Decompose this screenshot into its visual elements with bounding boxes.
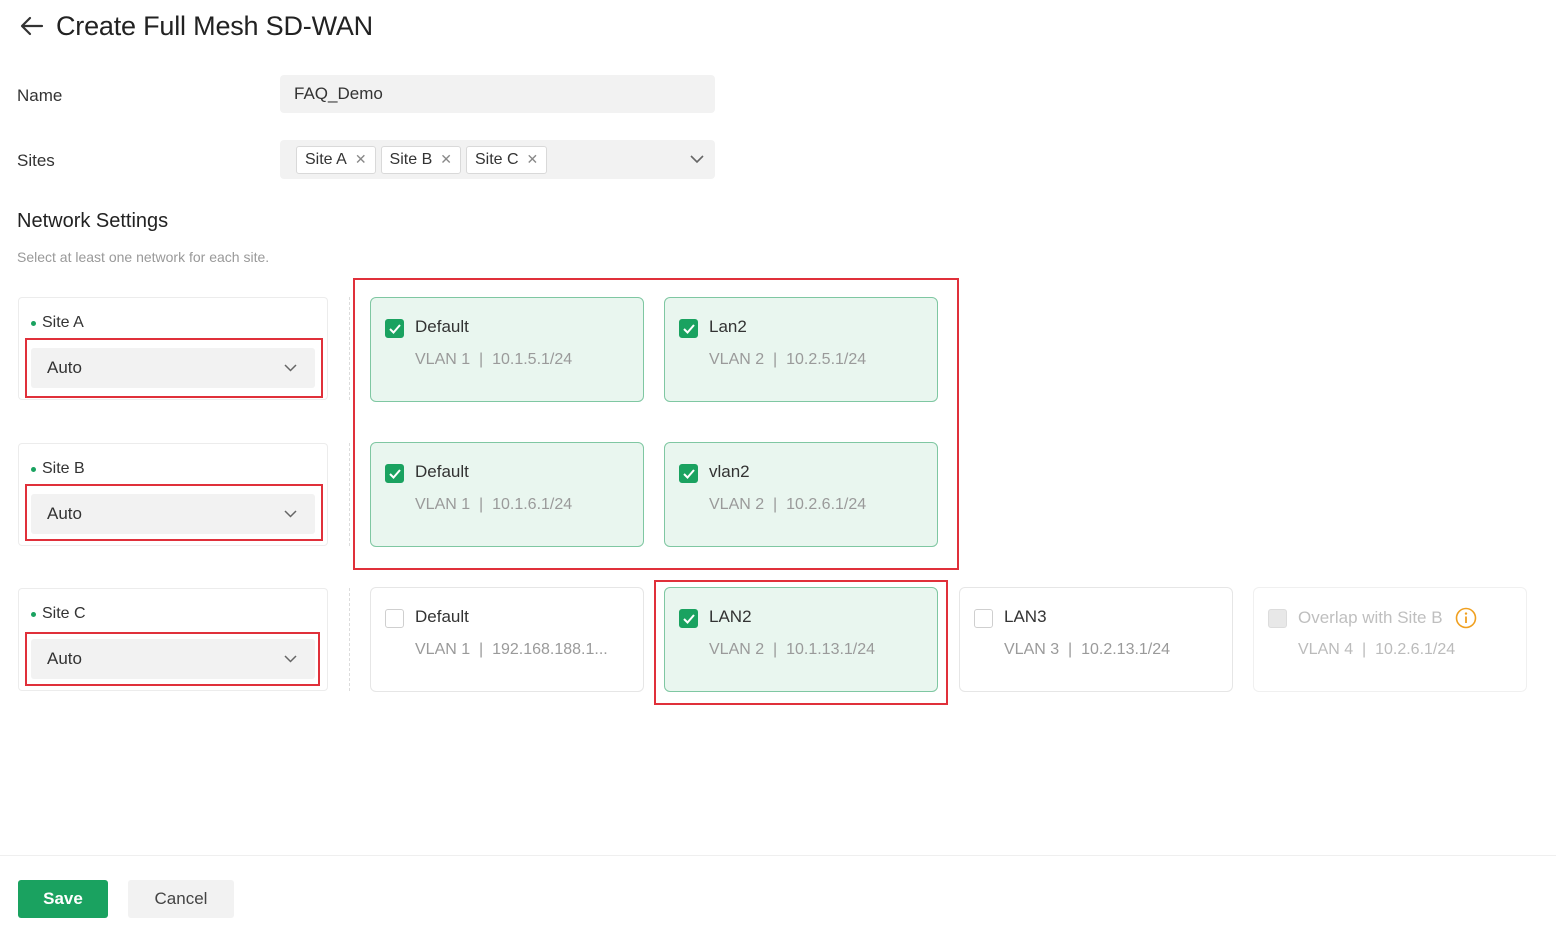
network-name: vlan2 — [709, 462, 750, 481]
site-mode-value: Auto — [47, 504, 82, 523]
site-tag-label: Site A — [305, 150, 347, 168]
network-name: Overlap with Site B — [1298, 607, 1477, 629]
chevron-down-icon — [281, 505, 299, 523]
site-name-label: Site C — [42, 605, 86, 622]
name-input[interactable]: FAQ_Demo — [280, 75, 715, 113]
network-name: LAN3 — [1004, 607, 1047, 626]
network-card[interactable]: Lan2 VLAN 2 | 10.2.5.1/24 — [664, 297, 938, 402]
chevron-down-icon[interactable] — [687, 150, 707, 170]
remove-tag-icon[interactable]: ✕ — [527, 151, 539, 168]
site-card-a: Site A Auto — [18, 297, 328, 400]
network-detail: VLAN 1 | 192.168.188.1... — [415, 641, 608, 658]
network-name: Lan2 — [709, 317, 747, 336]
separator — [349, 588, 350, 691]
checkbox-checked[interactable] — [679, 609, 698, 628]
checkbox-checked[interactable] — [385, 464, 404, 483]
section-description: Select at least one network for each sit… — [17, 249, 270, 265]
back-arrow-icon[interactable] — [18, 12, 46, 40]
network-detail: VLAN 2 | 10.2.5.1/24 — [709, 351, 867, 368]
site-name-label: Site A — [42, 314, 84, 331]
network-detail: VLAN 4 | 10.2.6.1/24 — [1298, 641, 1456, 658]
status-dot — [31, 320, 36, 326]
remove-tag-icon[interactable]: ✕ — [355, 151, 367, 168]
site-mode-select[interactable]: Auto — [31, 348, 315, 388]
site-tag: Site C ✕ — [465, 145, 548, 174]
site-name: Site C — [31, 605, 86, 623]
network-detail: VLAN 1 | 10.1.6.1/24 — [415, 496, 573, 513]
network-card[interactable]: Default VLAN 1 | 10.1.5.1/24 — [370, 297, 644, 402]
page-header: Create Full Mesh SD-WAN — [18, 8, 373, 44]
page-title: Create Full Mesh SD-WAN — [56, 10, 373, 41]
network-card[interactable]: Default VLAN 1 | 10.1.6.1/24 — [370, 442, 644, 547]
network-detail: VLAN 1 | 10.1.5.1/24 — [415, 351, 573, 368]
name-label: Name — [17, 86, 63, 105]
site-card-c: Site C Auto — [18, 588, 328, 691]
checkbox-unchecked[interactable] — [385, 609, 404, 628]
cancel-button[interactable]: Cancel — [128, 880, 234, 918]
network-card[interactable]: LAN3 VLAN 3 | 10.2.13.1/24 — [959, 587, 1233, 692]
network-name: Default — [415, 607, 469, 626]
checkbox-checked[interactable] — [679, 319, 698, 338]
site-mode-select[interactable]: Auto — [31, 494, 315, 534]
network-name: LAN2 — [709, 607, 752, 626]
network-card[interactable]: vlan2 VLAN 2 | 10.2.6.1/24 — [664, 442, 938, 547]
site-tag: Site A ✕ — [296, 145, 376, 174]
chevron-down-icon — [281, 359, 299, 377]
site-card-b: Site B Auto — [18, 443, 328, 546]
network-detail: VLAN 2 | 10.1.13.1/24 — [709, 641, 876, 658]
name-input-value: FAQ_Demo — [294, 84, 383, 103]
site-tag-label: Site C — [474, 150, 519, 168]
network-detail: VLAN 3 | 10.2.13.1/24 — [1004, 641, 1171, 658]
site-mode-value: Auto — [47, 358, 82, 377]
sites-label: Sites — [17, 151, 55, 170]
site-name: Site B — [31, 460, 85, 478]
chevron-down-icon — [281, 650, 299, 668]
separator — [349, 297, 350, 400]
network-card-disabled: Overlap with Site B VLAN 4 | 10.2.6.1/24 — [1253, 587, 1527, 692]
checkbox-disabled — [1268, 609, 1287, 628]
remove-tag-icon[interactable]: ✕ — [440, 151, 452, 168]
network-card[interactable]: LAN2 VLAN 2 | 10.1.13.1/24 — [664, 587, 938, 692]
site-tag-label: Site B — [389, 150, 433, 168]
separator — [349, 443, 350, 546]
site-name: Site A — [31, 314, 84, 332]
site-tag: Site B ✕ — [380, 145, 461, 174]
status-dot — [31, 611, 36, 617]
status-dot — [31, 466, 36, 472]
network-detail: VLAN 2 | 10.2.6.1/24 — [709, 496, 867, 513]
checkbox-checked[interactable] — [679, 464, 698, 483]
sites-select[interactable]: Site A ✕ Site B ✕ Site C ✕ — [280, 140, 715, 179]
section-title: Network Settings — [17, 210, 169, 232]
site-name-label: Site B — [42, 460, 85, 477]
info-icon[interactable] — [1455, 607, 1477, 629]
network-name: Default — [415, 317, 469, 336]
network-card[interactable]: Default VLAN 1 | 192.168.188.1... — [370, 587, 644, 692]
network-name: Default — [415, 462, 469, 481]
site-mode-select[interactable]: Auto — [31, 639, 315, 679]
save-button[interactable]: Save — [18, 880, 108, 918]
checkbox-checked[interactable] — [385, 319, 404, 338]
site-mode-value: Auto — [47, 649, 82, 668]
checkbox-unchecked[interactable] — [974, 609, 993, 628]
